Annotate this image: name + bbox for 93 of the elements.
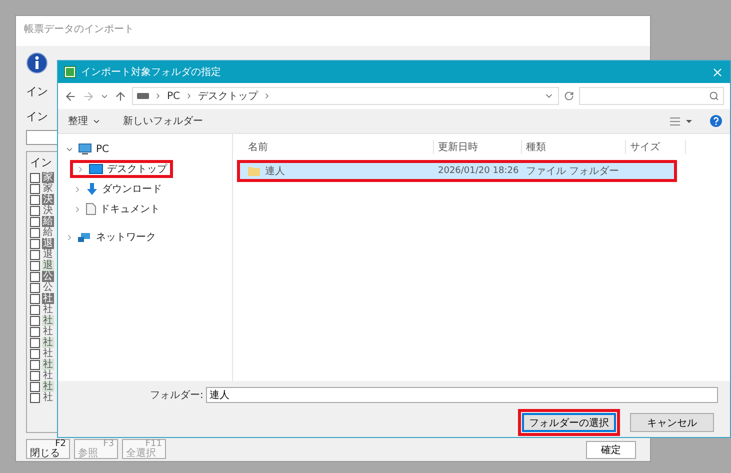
checkbox-label: 社 (42, 304, 54, 315)
expand-icon[interactable] (73, 204, 82, 214)
checkbox[interactable] (30, 360, 40, 370)
checkbox-label: 決 (42, 205, 54, 216)
file-type: ファイル フォルダー (525, 165, 620, 178)
dialog-title: インポート対象フォルダの指定 (81, 66, 222, 79)
checkbox[interactable] (30, 206, 40, 216)
checkbox[interactable] (30, 392, 40, 402)
checkbox[interactable] (30, 294, 40, 304)
checkbox-label: 社 (42, 359, 54, 370)
column-header[interactable]: 更新日時 (434, 140, 522, 154)
column-header[interactable]: 種類 (522, 140, 626, 154)
checkbox[interactable] (30, 216, 40, 226)
checkbox-label: 社 (42, 392, 54, 403)
expand-icon[interactable] (76, 164, 85, 174)
confirm-button[interactable]: 確定 (586, 441, 636, 459)
column-header[interactable]: サイズ (626, 140, 686, 154)
checkbox[interactable] (30, 326, 40, 336)
checkbox[interactable] (30, 172, 40, 182)
checkbox[interactable] (30, 272, 40, 282)
breadcrumb[interactable]: デスクトップ (198, 89, 258, 103)
drive-icon (137, 93, 149, 99)
checkbox-label: 家 (42, 183, 54, 194)
tree-item[interactable]: PC (96, 144, 110, 154)
expand-icon[interactable] (73, 184, 82, 194)
checkbox[interactable] (30, 228, 40, 238)
close-icon[interactable] (711, 66, 724, 78)
checkbox-label: 退 (42, 249, 54, 260)
checkbox-label: 社 (42, 381, 54, 392)
checkbox[interactable] (30, 250, 40, 260)
search-icon (709, 91, 719, 101)
document-icon (86, 203, 96, 215)
folder-input[interactable]: 連人 (206, 387, 718, 403)
address-bar[interactable]: PC デスクトップ (132, 87, 559, 105)
back-icon[interactable] (64, 90, 77, 102)
file-name: 連人 (265, 164, 285, 178)
dialog-button[interactable]: キャンセル (630, 413, 714, 432)
checkbox-label: 社 (42, 315, 54, 326)
checkbox[interactable] (30, 194, 40, 204)
refresh-icon[interactable] (564, 91, 574, 101)
dialog-button[interactable]: フォルダーの選択 (522, 413, 616, 432)
checkbox-label: 公 (42, 282, 54, 293)
checkbox[interactable] (30, 260, 40, 270)
checkbox[interactable] (30, 184, 40, 194)
checkbox[interactable] (30, 382, 40, 392)
column-header[interactable]: 名前 (244, 140, 434, 154)
folder-icon (248, 166, 260, 176)
file-row[interactable]: 連人 2026/01/20 18:26 ファイル フォルダー (240, 163, 674, 179)
folder-label: フォルダー: (150, 389, 204, 402)
checkbox-label: 社 (42, 370, 54, 381)
modified-date: 2026/01/20 18:26 (437, 166, 520, 176)
checkbox-label: 退 (42, 238, 54, 249)
checkbox[interactable] (30, 304, 40, 314)
network-icon (78, 232, 92, 242)
tree-item[interactable]: デスクトップ (107, 162, 167, 176)
monitor-icon (89, 164, 103, 174)
checkbox[interactable] (30, 338, 40, 348)
app-icon (64, 66, 76, 78)
checkbox-label: 決 (42, 194, 54, 205)
breadcrumb[interactable]: PC (167, 90, 180, 102)
up-icon[interactable] (114, 90, 127, 102)
tree-item[interactable]: ダウンロード (102, 182, 162, 196)
down-arrow-icon (86, 183, 98, 195)
checkbox[interactable] (30, 238, 40, 248)
checkbox-label: 給 (42, 216, 54, 227)
field-label: イン (26, 84, 48, 99)
computer-icon (78, 143, 92, 155)
window-title: 帳票データのインポート (16, 16, 650, 46)
checkbox-label: 社 (42, 293, 54, 304)
organize-menu[interactable]: 整理 (66, 112, 103, 130)
checkbox-label: 退 (42, 260, 54, 271)
search-field[interactable] (579, 87, 724, 105)
checkbox[interactable] (30, 370, 40, 380)
help-icon[interactable] (710, 115, 722, 127)
field-label: イン (26, 109, 48, 124)
function-button[interactable]: F2 閉じる (26, 439, 70, 459)
checkbox[interactable] (30, 316, 40, 326)
tree-item[interactable]: ドキュメント (100, 202, 160, 216)
checkbox-label: 給 (42, 227, 54, 238)
checkbox-label: 社 (42, 326, 54, 337)
separator-icon (154, 92, 162, 100)
checkbox[interactable] (30, 348, 40, 358)
checkbox-label: 家 (42, 172, 54, 183)
tree-item[interactable]: ネットワーク (96, 230, 156, 244)
group-label: イン (30, 155, 52, 170)
expand-icon[interactable] (65, 232, 74, 242)
checkbox-label: 公 (42, 271, 54, 282)
view-icon[interactable] (670, 116, 692, 126)
new-folder-button[interactable]: 新しいフォルダー (121, 112, 205, 130)
checkbox[interactable] (30, 282, 40, 292)
checkbox-label: 社 (42, 337, 54, 348)
checkbox-label: 社 (42, 348, 54, 359)
info-icon (26, 52, 48, 74)
